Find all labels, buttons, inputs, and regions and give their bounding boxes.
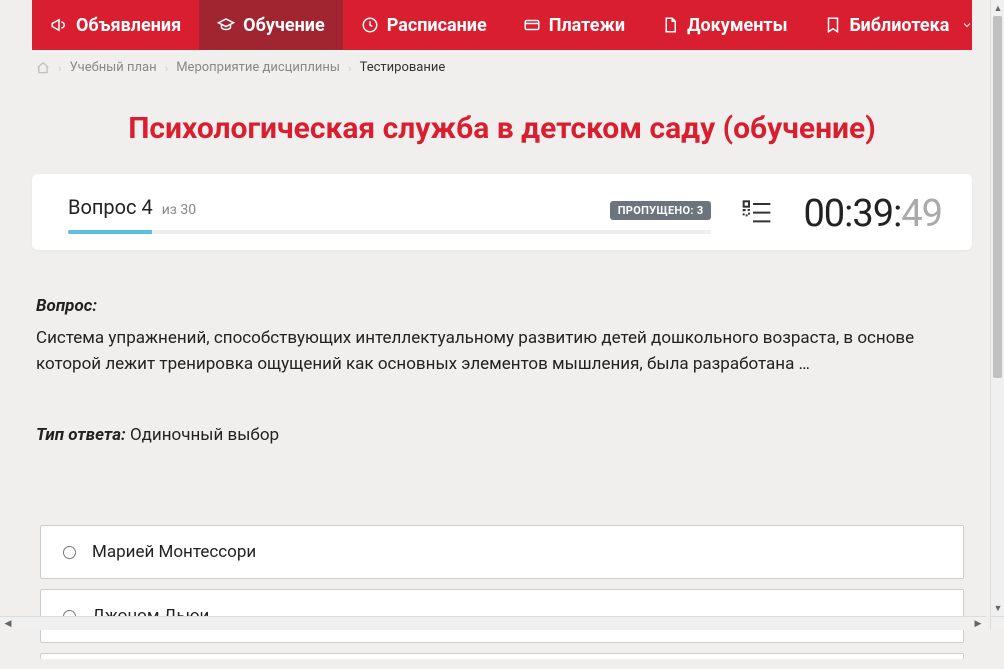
nav-item-payments[interactable]: Платежи (505, 0, 643, 50)
answer-options: Марией Монтессори Джоном Дьюи (32, 475, 972, 659)
bookmark-icon (824, 16, 842, 34)
graduation-cap-icon (217, 16, 235, 34)
nav-item-documents[interactable]: Документы (643, 0, 805, 50)
horizontal-scrollbar[interactable]: ◀ ▶ (0, 616, 986, 630)
nav-label: Объявления (76, 15, 181, 36)
vertical-scrollbar[interactable]: ▲ ▼ (990, 0, 1004, 616)
scroll-left-arrow-icon[interactable]: ◀ (0, 617, 16, 631)
question-body: Вопрос: Система упражнений, способствующ… (32, 250, 972, 475)
top-nav: Объявления Обучение Расписание Платежи Д… (32, 0, 972, 50)
question-number-label: Вопрос 4 из 30 (68, 195, 196, 219)
answer-option[interactable]: Марией Монтессори (40, 525, 964, 579)
nav-item-learning[interactable]: Обучение (199, 0, 343, 50)
list-icon (741, 196, 773, 228)
scroll-corner (990, 616, 1004, 630)
question-list-button[interactable] (741, 196, 773, 232)
card-icon (523, 16, 541, 34)
skipped-badge: ПРОПУЩЕНО: 3 (610, 201, 712, 220)
scroll-track[interactable] (16, 619, 970, 629)
answer-radio[interactable] (63, 546, 76, 559)
megaphone-icon (50, 16, 68, 34)
scroll-up-arrow-icon[interactable]: ▲ (991, 0, 1004, 16)
progress-bar-fill (68, 230, 152, 234)
scroll-track[interactable] (991, 16, 1004, 600)
answer-option-label: Марией Монтессори (92, 542, 256, 562)
breadcrumb-link[interactable]: Мероприятие дисциплины (176, 60, 340, 75)
scroll-right-arrow-icon[interactable]: ▶ (970, 617, 986, 631)
nav-label: Расписание (387, 15, 487, 36)
answer-type-value: Одиночный выбор (130, 425, 279, 445)
answer-type-label: Тип ответа: (36, 425, 126, 445)
progress-bar (68, 230, 711, 234)
countdown-timer: 00:39:49 (803, 192, 942, 236)
nav-item-library[interactable]: Библиотека (806, 0, 992, 50)
nav-item-announcements[interactable]: Объявления (32, 0, 199, 50)
document-icon (661, 16, 679, 34)
scroll-thumb[interactable] (993, 16, 1002, 378)
chevron-down-icon (961, 19, 973, 31)
breadcrumb-separator-icon: › (348, 61, 352, 75)
nav-label: Библиотека (850, 15, 950, 36)
page-title: Психологическая служба в детском саду (о… (32, 111, 972, 146)
question-text: Система упражнений, способствующих интел… (36, 326, 968, 377)
nav-label: Документы (687, 15, 787, 36)
clock-icon (361, 16, 379, 34)
breadcrumb: › Учебный план › Мероприятие дисциплины … (32, 50, 972, 87)
breadcrumb-current: Тестирование (360, 60, 446, 75)
nav-label: Обучение (243, 15, 325, 36)
answer-type-line: Тип ответа: Одиночный выбор (36, 425, 968, 445)
nav-label: Платежи (549, 15, 625, 36)
question-status-panel: Вопрос 4 из 30 ПРОПУЩЕНО: 3 00:39:49 (32, 174, 972, 250)
question-progress: Вопрос 4 из 30 ПРОПУЩЕНО: 3 (68, 195, 711, 234)
question-heading-label: Вопрос: (36, 296, 968, 316)
answer-option[interactable] (40, 653, 964, 659)
breadcrumb-link[interactable]: Учебный план (70, 60, 157, 75)
breadcrumb-separator-icon: › (58, 61, 62, 75)
nav-item-schedule[interactable]: Расписание (343, 0, 505, 50)
breadcrumb-separator-icon: › (165, 61, 169, 75)
home-icon[interactable] (36, 61, 50, 75)
scroll-down-arrow-icon[interactable]: ▼ (991, 600, 1004, 616)
